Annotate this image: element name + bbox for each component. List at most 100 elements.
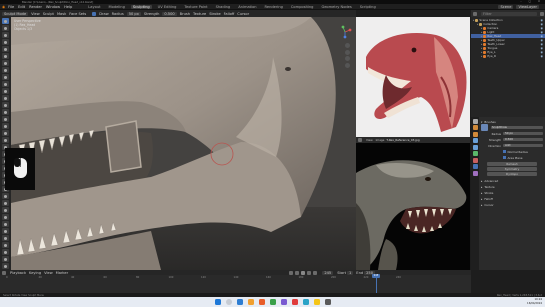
workspace-tab-animation[interactable]: Animation — [236, 5, 258, 9]
workspace-tab-layout[interactable]: Layout — [86, 5, 102, 9]
lasso-mask-tool-icon[interactable] — [2, 221, 9, 227]
outliner-row[interactable]: ▸ Eye_R ◉ — [471, 54, 545, 58]
box-mask-tool-icon[interactable] — [2, 214, 9, 220]
taskbar-app-icon[interactable] — [324, 299, 331, 305]
workspace-tab-scripting[interactable]: Scripting — [358, 5, 378, 9]
cursor-menu[interactable]: Cursor — [237, 12, 249, 16]
stroke-menu[interactable]: Stroke — [209, 12, 220, 16]
navigation-gizmo[interactable] — [338, 25, 352, 39]
system-tray[interactable]: 10:24 16/04/2024 — [527, 297, 542, 307]
brush-menu[interactable]: Brush — [180, 12, 190, 16]
properties-tab-icon[interactable] — [472, 138, 478, 143]
view-layer-selector[interactable]: ViewLayer — [516, 4, 539, 9]
start-frame-field[interactable]: 1 — [347, 270, 354, 275]
properties-tab-icon[interactable] — [472, 131, 478, 137]
reference-image-top[interactable] — [356, 17, 470, 137]
windows-start-icon[interactable] — [214, 299, 221, 305]
workspace-tab-uv-editing[interactable]: UV Editing — [156, 5, 179, 9]
prev-key-icon[interactable] — [295, 270, 300, 275]
menu-help[interactable]: Help — [64, 5, 72, 9]
property-button[interactable]: Remesh — [487, 162, 537, 166]
blob-tool-icon[interactable] — [2, 67, 9, 73]
properties-tab-icon[interactable] — [472, 118, 478, 124]
taskbar-app-icon[interactable] — [280, 299, 287, 305]
next-key-icon[interactable] — [307, 270, 312, 275]
taskbar-app-icon[interactable] — [247, 299, 254, 305]
properties-tab-icon[interactable] — [472, 151, 478, 156]
menu-edit[interactable]: Edit — [18, 5, 25, 9]
brush-draw-icon[interactable] — [92, 11, 97, 16]
menu-window[interactable]: Window — [46, 5, 60, 9]
snake-hook-tool-icon[interactable] — [2, 137, 9, 143]
transform-move-tool-icon[interactable] — [2, 263, 9, 269]
expand-arrow-icon[interactable]: ▸ — [481, 54, 482, 58]
properties-tab-icon[interactable] — [472, 157, 478, 163]
scene-selector[interactable]: Scene — [498, 4, 514, 9]
timeline-editor-icon[interactable] — [2, 270, 6, 275]
simplify-tool-icon[interactable] — [2, 193, 9, 199]
menu-file[interactable]: File — [8, 5, 14, 9]
timeline-menu-playback[interactable]: Playback — [10, 271, 26, 275]
play-icon[interactable] — [301, 270, 306, 275]
box-hide-tool-icon[interactable] — [2, 228, 9, 234]
falloff-menu[interactable]: Falloff — [224, 12, 235, 16]
taskbar-app-icon[interactable] — [313, 299, 320, 305]
properties-tab-icon[interactable] — [472, 164, 478, 169]
workspace-tab-shading[interactable]: Shading — [214, 5, 233, 9]
workspace-tab-rendering[interactable]: Rendering — [263, 5, 285, 9]
jump-end-icon[interactable] — [313, 270, 318, 275]
timeline-area[interactable]: 0 20 40 60 80 100 120 140 160 180 200 220 240 — [0, 275, 471, 293]
collapsed-section[interactable]: ▸ Cursor — [481, 202, 543, 207]
color-filter-tool-icon[interactable] — [2, 249, 9, 255]
radius-field[interactable]: 50 px — [126, 11, 141, 16]
scrape-tool-icon[interactable] — [2, 102, 9, 108]
property-button[interactable]: Dyntopo — [487, 172, 537, 176]
grid-icon[interactable] — [345, 62, 350, 68]
timeline-menu-marker[interactable]: Marker — [56, 271, 68, 275]
blender-logo-icon[interactable]: ◉ — [2, 5, 5, 9]
viewport-menu-sculpt[interactable]: Sculpt — [43, 12, 54, 16]
flatten-tool-icon[interactable] — [2, 88, 9, 94]
workspace-tab-geometry-nodes[interactable]: Geometry Nodes — [319, 5, 353, 9]
collapsed-section[interactable]: ▸ Stroke — [481, 190, 543, 195]
properties-tab-icon[interactable] — [472, 125, 478, 130]
outliner-search-input[interactable]: Filter — [481, 11, 537, 16]
mesh-filter-tool-icon[interactable] — [2, 235, 9, 241]
outliner-icon[interactable] — [473, 11, 477, 16]
crease-tool-icon[interactable] — [2, 74, 9, 80]
brush-name-field[interactable]: SculptDraw — [491, 125, 543, 130]
layer-tool-icon[interactable] — [2, 53, 9, 59]
cloth-filter-tool-icon[interactable] — [2, 242, 9, 248]
jump-start-icon[interactable] — [289, 270, 294, 275]
checkbox-icon[interactable] — [503, 156, 506, 159]
viewport-menu-face-sets[interactable]: Face Sets — [69, 12, 86, 16]
checkbox-row[interactable]: Area Plane — [481, 155, 543, 160]
mask-tool-icon[interactable] — [2, 200, 9, 206]
taskbar-app-icon[interactable] — [258, 299, 265, 305]
image-filename[interactable]: T-Rex_Reference_03.jpg — [386, 138, 419, 142]
pan-hand-icon[interactable] — [345, 49, 350, 55]
checkbox-icon[interactable] — [503, 150, 506, 153]
grab-tool-icon[interactable] — [2, 123, 9, 129]
search-icon[interactable] — [225, 299, 232, 305]
multiplane-scrape-tool-icon[interactable] — [2, 109, 9, 115]
current-frame-field[interactable]: 245 — [322, 270, 334, 275]
property-button[interactable]: Symmetry — [487, 167, 537, 171]
properties-section-header[interactable]: ▾ Brushes — [481, 119, 543, 124]
fill-tool-icon[interactable] — [2, 95, 9, 101]
taskbar-app-icon[interactable] — [269, 299, 276, 305]
edit-face-set-tool-icon[interactable] — [2, 256, 9, 262]
timeline-menu-keying[interactable]: Keying — [29, 271, 41, 275]
clay-thumb-tool-icon[interactable] — [2, 46, 9, 52]
viewport-menu-view[interactable]: View — [31, 12, 40, 16]
menu-render[interactable]: Render — [29, 5, 42, 9]
pinch-tool-icon[interactable] — [2, 116, 9, 122]
properties-tab-icon[interactable] — [472, 170, 478, 176]
viewport-menu-mask[interactable]: Mask — [57, 12, 66, 16]
clay-tool-icon[interactable] — [2, 32, 9, 38]
taskbar-app-icon[interactable] — [302, 299, 309, 305]
brush-preview-icon[interactable] — [481, 124, 488, 131]
property-value-field[interactable]: 0.500 — [503, 137, 543, 142]
draw-tool-icon[interactable] — [2, 18, 9, 24]
strength-field[interactable]: 0.500 — [162, 11, 177, 16]
